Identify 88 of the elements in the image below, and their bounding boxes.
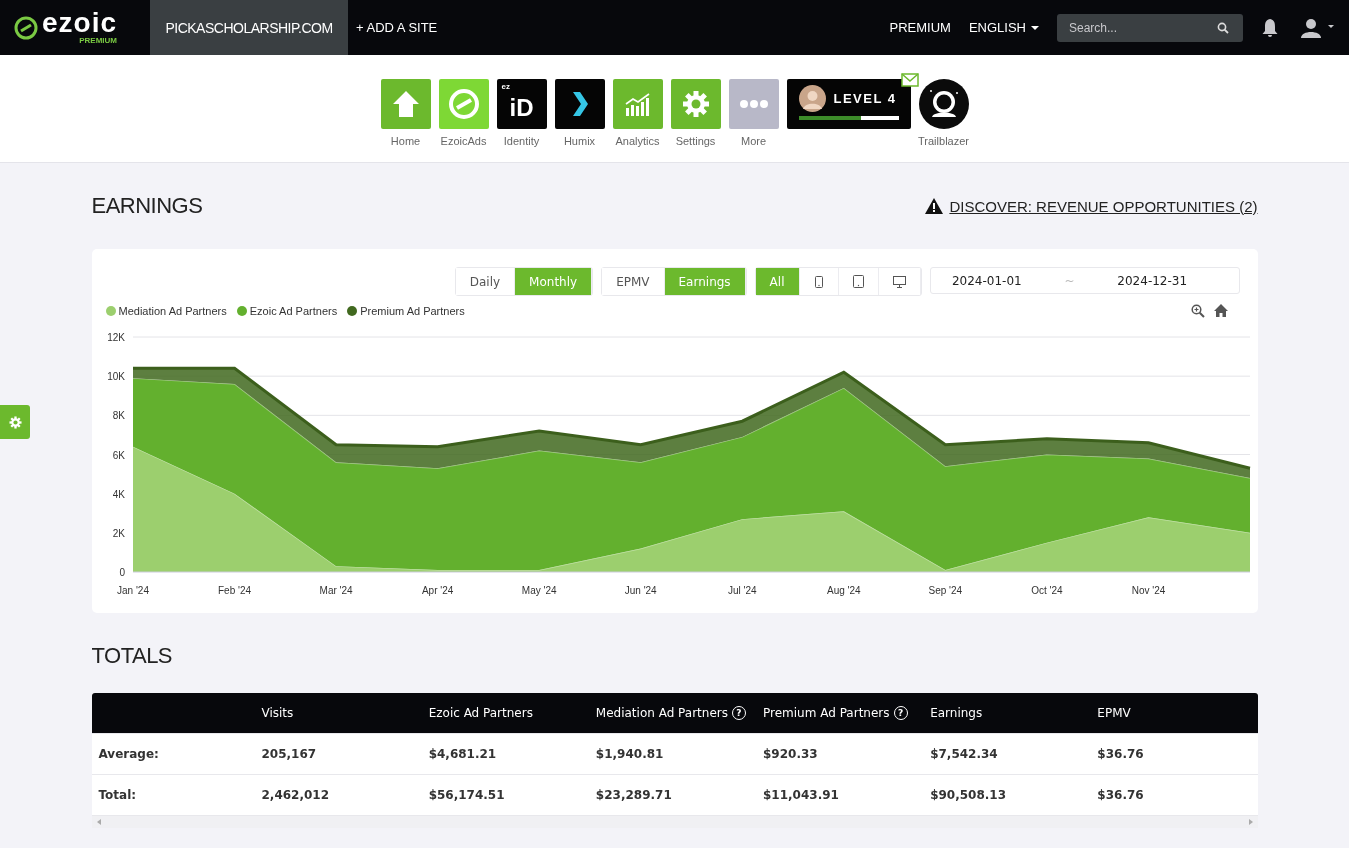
y-axis-label: 4K xyxy=(112,488,125,500)
level-badge[interactable]: LEVEL 4 xyxy=(786,79,911,129)
date-range-field[interactable]: 2024-01-01 ~ 2024-12-31 xyxy=(929,267,1240,294)
logo-text: ezoic xyxy=(42,10,118,36)
search-icon xyxy=(1217,21,1229,34)
home-icon[interactable] xyxy=(1213,304,1228,317)
row-label: Average: xyxy=(98,747,159,761)
app-label: Humix xyxy=(563,135,596,147)
section-title: EARNINGS xyxy=(91,193,203,219)
more-icon xyxy=(739,100,768,108)
bar-chart-icon xyxy=(623,92,652,116)
table-cell: $23,289.71 xyxy=(595,788,672,802)
app-label: Settings xyxy=(675,135,716,147)
table-cell: 2,462,012 xyxy=(261,788,330,802)
x-axis-label: Jan '24 xyxy=(116,585,149,596)
zoom-icon[interactable] xyxy=(1190,304,1205,318)
premium-link[interactable]: PREMIUM xyxy=(889,20,951,35)
legend-label[interactable]: Ezoic Ad Partners xyxy=(249,305,338,317)
y-axis-label: 12K xyxy=(106,332,125,343)
bell-icon[interactable] xyxy=(1261,17,1279,38)
x-axis-label: Apr '24 xyxy=(421,585,453,596)
table-cell: $36.76 xyxy=(1097,747,1144,761)
x-axis-label: Aug '24 xyxy=(826,585,861,596)
y-axis-label: 8K xyxy=(112,410,125,422)
period-tab[interactable]: Daily xyxy=(455,268,516,295)
x-axis-label: Oct '24 xyxy=(1030,585,1063,596)
start-date: 2024-01-01 xyxy=(951,273,1022,288)
discover-link[interactable]: DISCOVER: REVENUE OPPORTUNITIES (2) xyxy=(949,197,1258,215)
x-axis-label: May '24 xyxy=(521,585,557,596)
phone-icon xyxy=(814,275,823,288)
table-cell: $56,174.51 xyxy=(428,788,505,802)
end-date: 2024-12-31 xyxy=(1117,273,1188,288)
envelope-icon[interactable] xyxy=(900,73,919,87)
column-header: Premium Ad Partners xyxy=(763,706,890,720)
app-label: More xyxy=(740,135,767,147)
app-label: Home xyxy=(390,135,421,147)
metric-tab[interactable]: EPMV xyxy=(602,268,665,295)
gear-icon xyxy=(681,90,710,118)
legend-label[interactable]: Premium Ad Partners xyxy=(360,305,465,317)
site-selector[interactable]: PICKASCHOLARSHIP.COM xyxy=(150,0,348,55)
avatar-icon xyxy=(798,85,826,112)
table-cell: $7,542.34 xyxy=(930,747,998,761)
app-label: Trailblazer xyxy=(918,135,969,147)
level-text: LEVEL 4 xyxy=(833,91,897,106)
x-axis-label: Sep '24 xyxy=(928,585,962,596)
table-cell: 205,167 xyxy=(261,747,317,761)
row-label: Total: xyxy=(98,788,137,802)
tablet-icon xyxy=(852,275,864,288)
app-label: Analytics xyxy=(615,135,660,147)
x-axis-label: Jun '24 xyxy=(624,585,657,596)
x-axis-label: Mar '24 xyxy=(319,585,353,596)
x-axis-label: Feb '24 xyxy=(217,585,251,596)
table-cell: $920.33 xyxy=(763,747,818,761)
id-label: iD xyxy=(509,94,534,122)
premium-label: PREMIUM xyxy=(79,36,118,45)
add-site-link[interactable]: + ADD A SITE xyxy=(356,20,438,35)
app-label: EzoicAds xyxy=(440,135,487,147)
y-axis-label: 2K xyxy=(112,527,125,539)
logo-icon xyxy=(14,15,38,40)
x-axis-label: Nov '24 xyxy=(1131,585,1165,596)
range-separator: ~ xyxy=(1064,273,1075,288)
column-header: Earnings xyxy=(930,706,983,720)
table-cell: $11,043.91 xyxy=(763,788,839,802)
y-axis-label: 0 xyxy=(118,567,125,578)
user-menu-icon[interactable] xyxy=(1301,17,1335,38)
search-field[interactable]: Search... xyxy=(1057,13,1243,42)
monitor-icon xyxy=(892,275,906,288)
y-axis-label: 10K xyxy=(106,371,125,383)
table-cell: $90,508.13 xyxy=(930,788,1007,802)
warning-icon xyxy=(925,198,944,214)
column-header: Mediation Ad Partners xyxy=(595,706,728,720)
table-cell: $36.76 xyxy=(1097,788,1144,802)
ezoic-logo-icon xyxy=(446,87,481,121)
ez-label: ez xyxy=(501,82,510,91)
language-dropdown[interactable]: ENGLISH xyxy=(968,20,1039,35)
table-cell: $1,940.81 xyxy=(595,747,664,761)
column-header: Ezoic Ad Partners xyxy=(428,706,533,720)
app-label: Identity xyxy=(503,135,540,147)
legend-label[interactable]: Mediation Ad Partners xyxy=(118,305,227,317)
astronaut-icon[interactable] xyxy=(918,79,969,129)
gear-icon xyxy=(8,415,22,429)
section-title: TOTALS xyxy=(91,643,174,670)
x-axis-label: Jul '24 xyxy=(727,585,757,596)
y-axis-label: 6K xyxy=(112,449,125,461)
table-cell: $4,681.21 xyxy=(428,747,497,761)
column-header: EPMV xyxy=(1097,706,1131,720)
column-header: Visits xyxy=(261,706,294,720)
chevron-icon xyxy=(570,91,589,117)
